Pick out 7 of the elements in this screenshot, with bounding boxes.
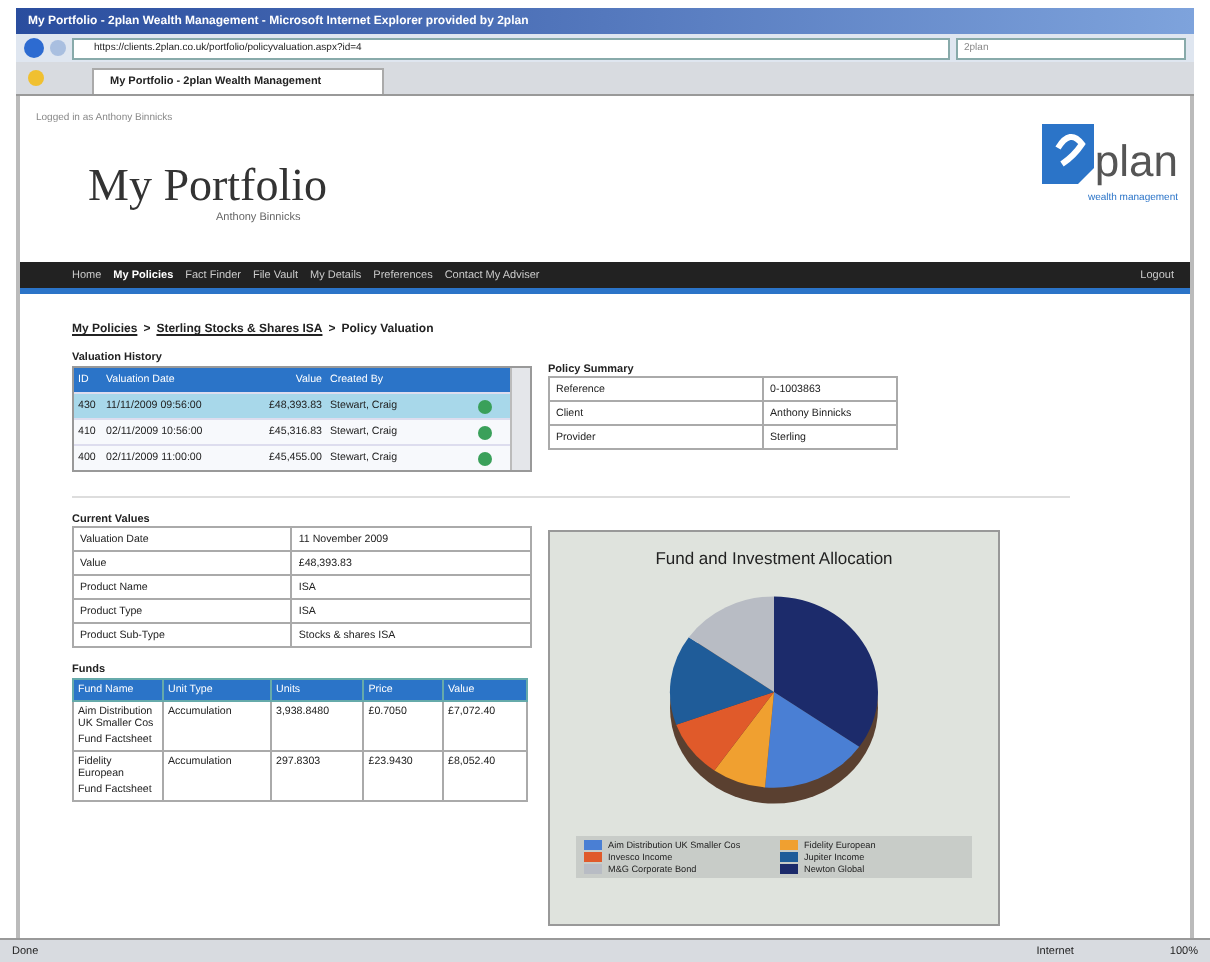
page-title: My Portfolio [88, 160, 327, 212]
chart-title: Fund and Investment Allocation [655, 548, 893, 568]
back-button[interactable] [24, 38, 44, 58]
forward-button[interactable] [50, 40, 66, 56]
logo-icon [1042, 124, 1095, 184]
scrollbar[interactable] [510, 368, 530, 470]
logo-text: plan [1094, 140, 1178, 184]
